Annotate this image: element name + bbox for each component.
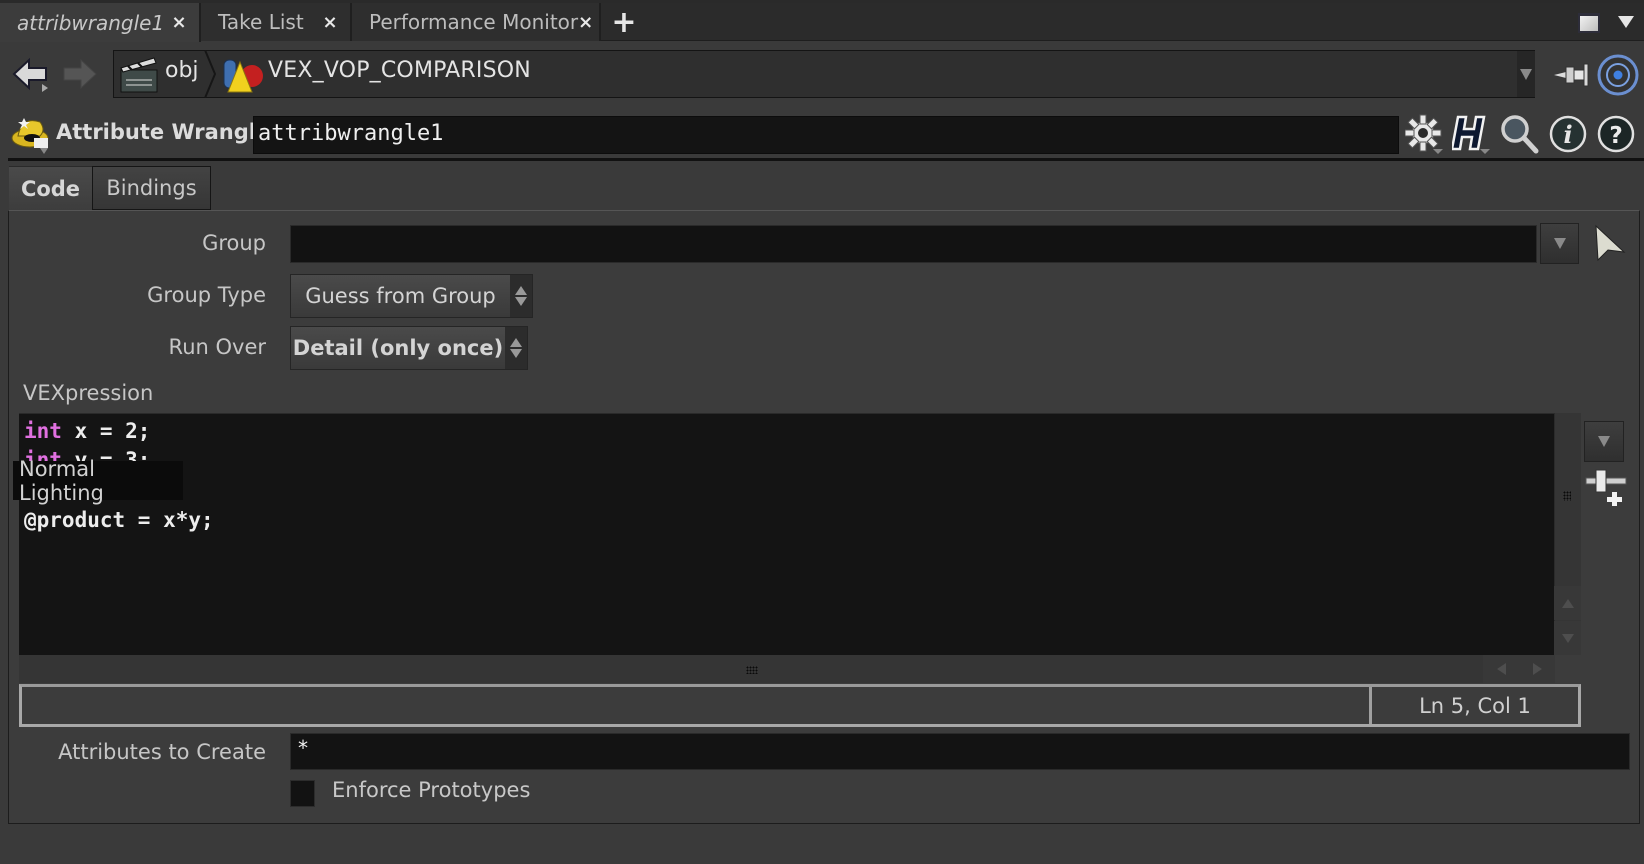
scroll-down-button[interactable] <box>1554 621 1581 655</box>
tab-label: Performance Monitor <box>369 10 579 34</box>
tab-bindings[interactable]: Bindings <box>92 166 211 210</box>
scroll-left-button[interactable] <box>1483 655 1519 683</box>
chevron-down-icon <box>1561 633 1574 643</box>
gear-icon[interactable] <box>1405 113 1445 155</box>
breadcrumb-separator <box>204 50 217 98</box>
forward-arrow-icon[interactable] <box>60 56 98 92</box>
tab-attribwrangle1[interactable]: attribwrangle1 × <box>0 3 201 42</box>
pane-tab-bar: attribwrangle1 × Take List × Performance… <box>0 3 1644 42</box>
chevron-down-icon <box>1553 238 1566 249</box>
wrangler-hat-icon <box>11 118 49 154</box>
scroll-up-button[interactable] <box>1554 586 1581 620</box>
select-arrow-icon[interactable] <box>1594 224 1626 262</box>
maximize-pane-icon[interactable] <box>1578 13 1600 33</box>
breadcrumb-obj[interactable]: obj <box>165 58 199 83</box>
chevron-up-icon <box>1561 598 1574 608</box>
chevron-down-icon <box>1520 68 1532 80</box>
code-line-1: int x = 2; <box>24 419 151 443</box>
breadcrumb-network[interactable]: VEX_VOP_COMPARISON <box>268 58 531 83</box>
enforce-prototypes-label: Enforce Prototypes <box>332 778 531 802</box>
node-type-label: Attribute Wrangle <box>56 120 271 144</box>
add-tab-button[interactable]: + <box>610 3 638 41</box>
tab-take-list[interactable]: Take List × <box>201 3 352 41</box>
editor-status-bar <box>19 684 1581 727</box>
resize-grip-icon[interactable] <box>746 666 758 674</box>
path-dropdown-button[interactable] <box>1517 51 1535 97</box>
group-input[interactable] <box>290 225 1537 263</box>
run-over-value: Detail (only once) <box>292 336 504 360</box>
enforce-prototypes-checkbox[interactable] <box>290 780 315 807</box>
link-target-icon[interactable] <box>1597 54 1639 96</box>
chevron-down-icon <box>1598 436 1610 447</box>
tab-performance-monitor[interactable]: Performance Monitor × <box>352 3 601 41</box>
tooltip: Normal Lighting <box>13 457 183 505</box>
tab-code[interactable]: Code <box>9 166 92 210</box>
font-size-slider-icon[interactable] <box>1584 468 1628 508</box>
group-type-value: Guess from Group <box>305 284 496 308</box>
attributes-to-create-input[interactable]: * <box>290 733 1630 770</box>
vexpression-label: VEXpression <box>23 381 154 405</box>
editor-menu-button[interactable] <box>1584 421 1624 462</box>
code-line-4: @product = x*y; <box>24 508 214 532</box>
node-name-input[interactable]: attribwrangle1 <box>253 116 1399 154</box>
svg-text:i: i <box>1563 120 1572 149</box>
vex-code-editor[interactable]: int x = 2; int y = 3; @product = x*y; <box>19 413 1554 655</box>
back-arrow-icon[interactable] <box>12 56 50 92</box>
attributes-to-create-label: Attributes to Create <box>58 740 266 764</box>
pin-icon[interactable] <box>1552 58 1592 92</box>
tab-label: Take List <box>218 10 304 34</box>
clapperboard-icon <box>120 57 158 93</box>
updown-arrows-icon <box>510 275 532 317</box>
cursor-position: Ln 5, Col 1 <box>1419 693 1531 718</box>
pane-menu-arrow-icon[interactable] <box>1618 16 1634 28</box>
group-type-label: Group Type <box>147 283 266 307</box>
houdini-h-icon[interactable] <box>1452 113 1492 155</box>
svg-text:?: ? <box>1609 123 1622 149</box>
close-icon[interactable]: × <box>578 12 593 33</box>
run-over-menu[interactable]: Detail (only once) <box>290 326 528 370</box>
close-icon[interactable]: × <box>167 12 191 33</box>
search-icon[interactable] <box>1499 113 1539 155</box>
info-icon[interactable]: i <box>1548 113 1588 155</box>
resize-grip-icon[interactable] <box>1563 491 1571 501</box>
header-divider <box>8 158 1644 161</box>
group-type-menu[interactable]: Guess from Group <box>290 274 533 318</box>
group-dropdown-button[interactable] <box>1540 223 1579 264</box>
run-over-label: Run Over <box>168 335 266 359</box>
help-icon[interactable]: ? <box>1596 113 1636 155</box>
close-icon[interactable]: × <box>318 12 342 33</box>
chevron-left-icon <box>1496 663 1506 675</box>
updown-arrows-icon <box>505 327 527 369</box>
group-label: Group <box>202 231 266 255</box>
scroll-right-button[interactable] <box>1519 655 1555 683</box>
geometry-network-icon <box>223 59 263 93</box>
chevron-right-icon <box>1532 663 1542 675</box>
tab-label: attribwrangle1 <box>17 10 165 35</box>
